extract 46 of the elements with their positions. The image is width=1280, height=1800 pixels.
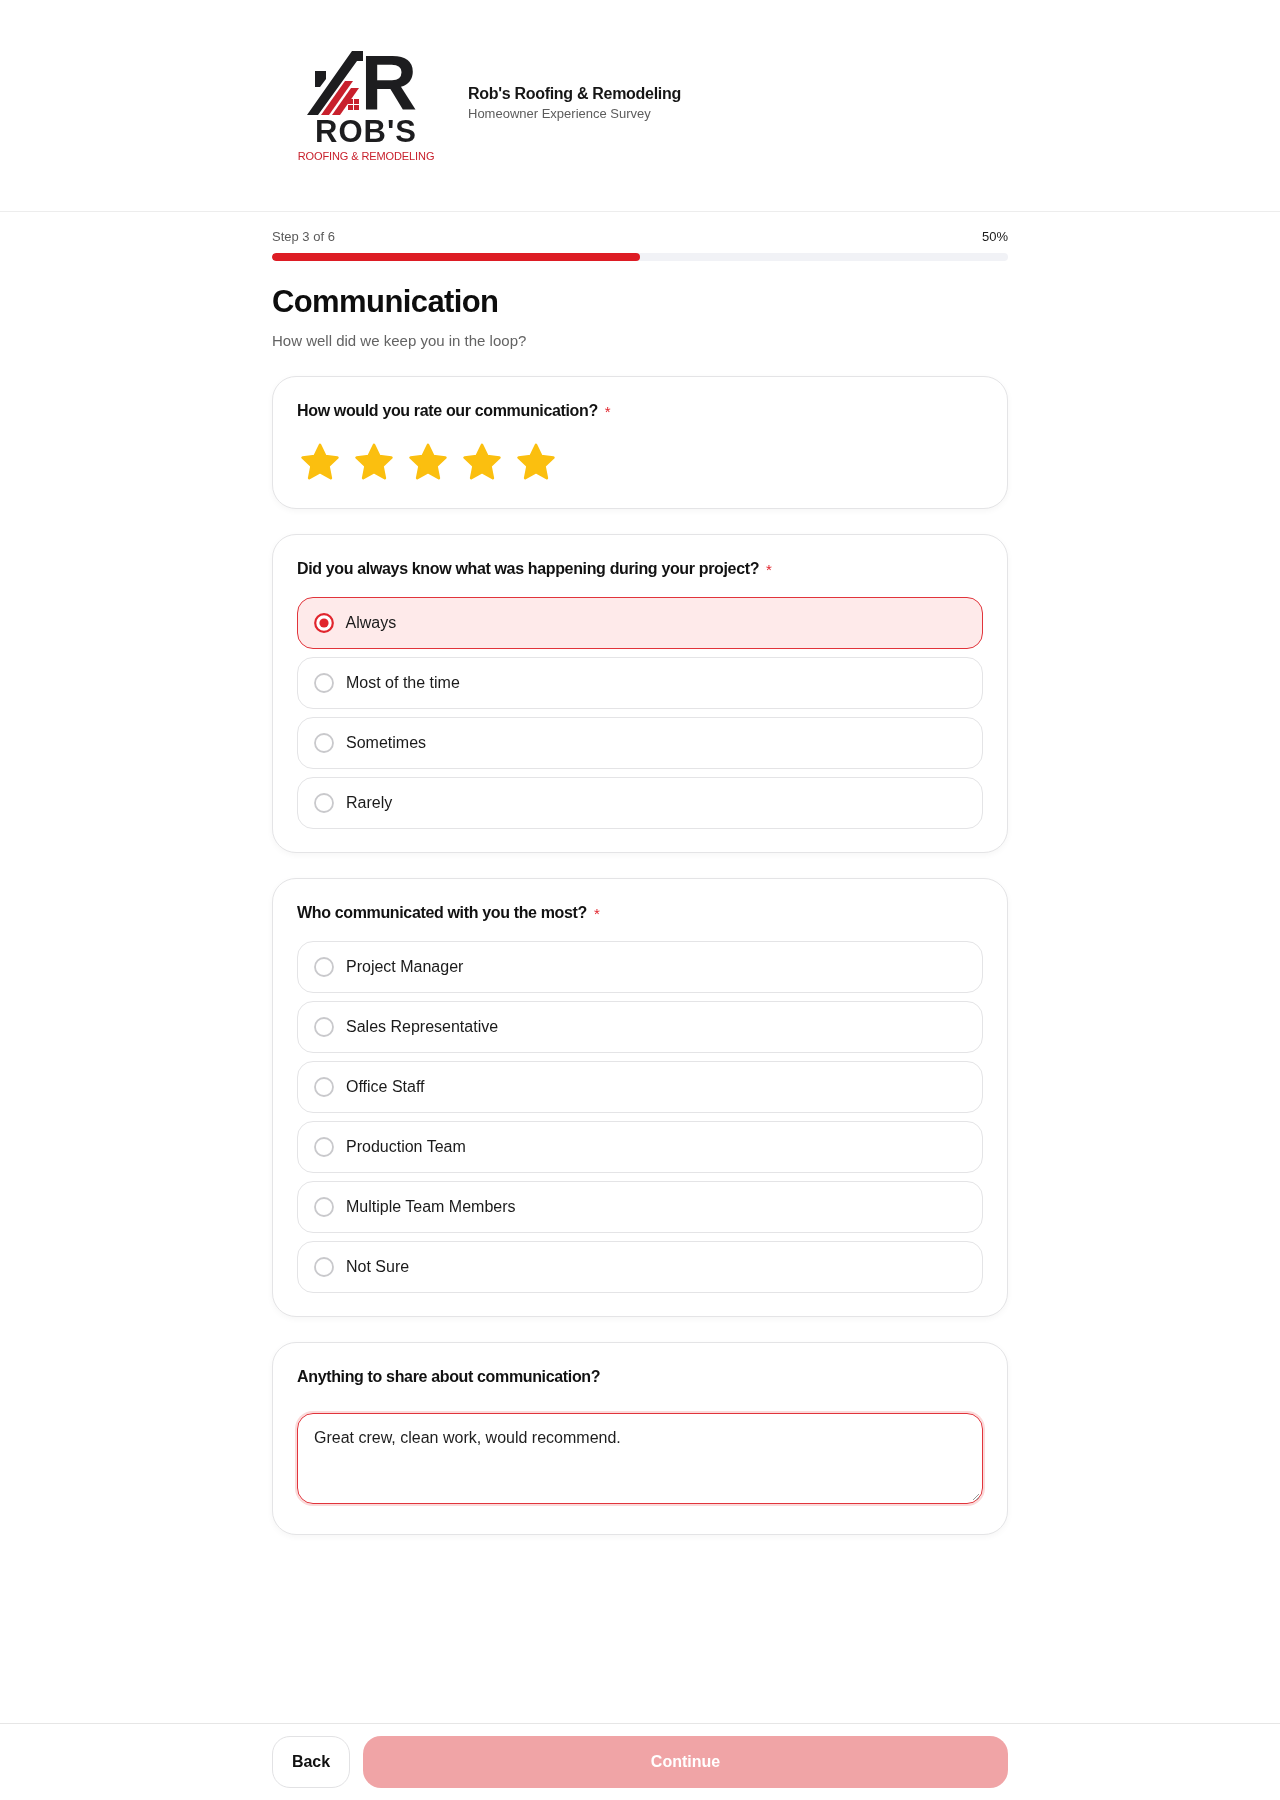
comment-field[interactable]: Great crew, clean work, would recommend.: [297, 1413, 983, 1504]
radio-icon[interactable]: [314, 673, 334, 693]
radio-icon[interactable]: [314, 1197, 334, 1217]
required-mark: *: [594, 904, 600, 922]
question-label: How would you rate our communication?: [297, 402, 598, 420]
answer-option[interactable]: Office Staff: [297, 1061, 983, 1113]
radio-icon[interactable]: [314, 793, 334, 813]
radio-icon[interactable]: [314, 1137, 334, 1157]
radio-icon[interactable]: [314, 957, 334, 977]
progress-percent: 50%: [981, 228, 1008, 244]
logo-tagline: ROOFING & REMODELING: [297, 149, 435, 163]
required-mark: *: [604, 402, 611, 420]
survey-subtitle: Homeowner Experience Survey: [468, 105, 652, 121]
answer-option[interactable]: Sometimes: [297, 717, 983, 769]
resize-grip-icon[interactable]: [972, 1493, 980, 1501]
star-icon[interactable]: [463, 443, 501, 480]
required-mark: *: [766, 560, 772, 578]
page-title: Communication: [272, 283, 500, 321]
radio-icon[interactable]: [313, 613, 334, 633]
answer-option[interactable]: Sales Representative: [297, 1001, 983, 1053]
radio-icon[interactable]: [314, 1017, 334, 1037]
question-label: Did you always know what was happening during your project?: [297, 560, 760, 578]
radio-icon[interactable]: [314, 1077, 334, 1097]
page-subtitle: How well did we keep you in the loop?: [272, 331, 528, 351]
answer-option[interactable]: Multiple Team Members: [297, 1181, 983, 1233]
back-button[interactable]: Back: [272, 1736, 350, 1788]
star-icon[interactable]: [517, 443, 555, 480]
answer-option[interactable]: Rarely: [297, 777, 983, 829]
answer-option[interactable]: Always: [297, 597, 983, 649]
logo-wordmark: ROB'S: [315, 116, 417, 147]
radio-icon[interactable]: [314, 733, 334, 753]
star-icon[interactable]: [301, 443, 339, 480]
question-label: Who communicated with you the most?: [297, 904, 587, 922]
step-label: Step 3 of 6: [272, 228, 335, 244]
brand-name: Rob's Roofing & Remodeling: [468, 84, 681, 103]
question-label: Anything to share about communication?: [297, 1368, 601, 1386]
logo-letter: R: [360, 50, 418, 113]
star-rating[interactable]: [301, 443, 555, 480]
answer-option[interactable]: Not Sure: [297, 1241, 983, 1293]
star-icon[interactable]: [355, 443, 393, 480]
answer-option[interactable]: Most of the time: [297, 657, 983, 709]
radio-icon[interactable]: [314, 1257, 334, 1277]
star-icon[interactable]: [409, 443, 447, 480]
answer-option[interactable]: Production Team: [297, 1121, 983, 1173]
answer-option[interactable]: Project Manager: [297, 941, 983, 993]
logo-roof-drawing: [306, 50, 363, 115]
